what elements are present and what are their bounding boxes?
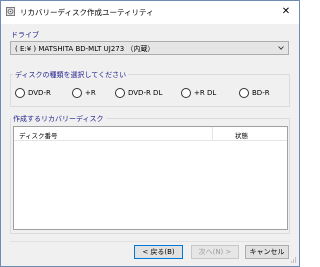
title-bar[interactable]: リカバリーディスク作成ユーティリティ ✕ xyxy=(1,1,299,24)
recovery-disc-window: リカバリーディスク作成ユーティリティ ✕ ドライブ ( E:¥ ) MATSHI… xyxy=(0,0,300,267)
chevron-down-icon xyxy=(278,46,284,50)
radio-circle[interactable] xyxy=(72,88,82,98)
column-divider[interactable] xyxy=(212,127,213,140)
radio-label-dvd-r-dl: DVD-R DL xyxy=(128,89,163,97)
column-header-disc-number[interactable]: ディスク番号 xyxy=(19,130,58,140)
app-icon xyxy=(6,7,15,16)
drive-label: ドライブ xyxy=(11,31,39,39)
radio-circle[interactable] xyxy=(15,88,25,98)
back-button[interactable]: < 戻る(B) xyxy=(134,245,183,259)
window-title: リカバリーディスク作成ユーティリティ xyxy=(20,8,154,17)
column-header-status[interactable]: 状態 xyxy=(235,130,248,140)
recovery-disc-list[interactable]: ディスク番号 状態 xyxy=(13,126,288,230)
next-button[interactable]: 次へ(N) > xyxy=(191,245,239,259)
footer-separator xyxy=(10,241,290,242)
radio-circle[interactable] xyxy=(239,88,249,98)
radio-label-dvd-r: DVD-R xyxy=(28,89,51,97)
disc-type-group-title: ディスクの種類を選択してください xyxy=(13,70,129,80)
cancel-button[interactable]: キャンセル xyxy=(245,245,289,259)
radio-circle[interactable] xyxy=(115,88,125,98)
radio-circle[interactable] xyxy=(181,88,191,98)
resize-grip-icon[interactable] xyxy=(289,256,297,264)
drive-dropdown-value: ( E:¥ ) MATSHITA BD-MLT UJ273 （内蔵） xyxy=(15,45,155,53)
radio-label-plus-r-dl: +R DL xyxy=(194,89,217,97)
list-header: ディスク番号 状態 xyxy=(14,127,287,141)
recovery-list-group-title: 作成するリカバリーディスク xyxy=(11,114,106,124)
close-button[interactable]: ✕ xyxy=(277,4,295,20)
drive-dropdown[interactable]: ( E:¥ ) MATSHITA BD-MLT UJ273 （内蔵） xyxy=(10,41,289,55)
radio-label-bd-r: BD-R xyxy=(252,89,270,97)
radio-label-plus-r: +R xyxy=(85,89,96,97)
close-icon: ✕ xyxy=(281,6,291,17)
